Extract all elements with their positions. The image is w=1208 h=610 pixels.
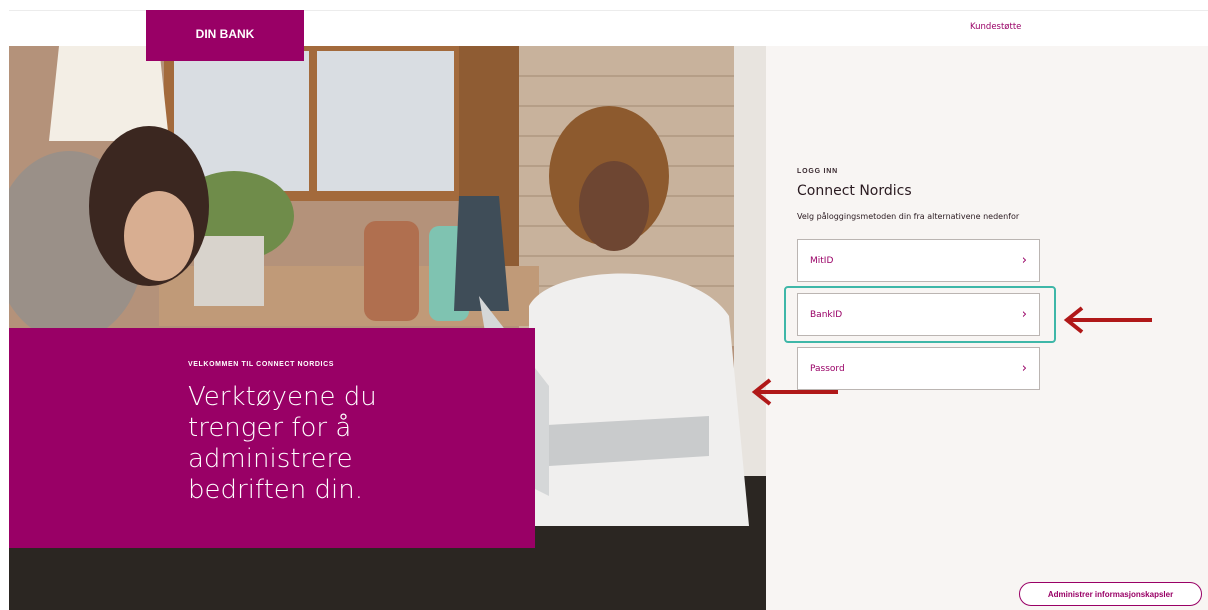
manage-cookies-button[interactable]: Administrer informasjonskapsler <box>1019 582 1202 606</box>
chevron-right-icon: › <box>1021 253 1027 268</box>
headline-line: bedriften din. <box>188 475 364 505</box>
method-label: Passord <box>810 363 845 374</box>
chevron-right-icon: › <box>1021 361 1027 376</box>
mitid-login-button[interactable]: MitID › <box>797 239 1040 282</box>
arrow-left-icon <box>1063 306 1152 334</box>
headline-line: administrere <box>188 444 353 474</box>
bank-logo[interactable]: DIN BANK <box>146 10 304 61</box>
welcome-kicker: VELKOMMEN TIL CONNECT NORDICS <box>188 361 334 368</box>
headline-line: Verktøyene du <box>188 382 377 412</box>
login-subtitle: Velg påloggingsmetoden din fra alternati… <box>797 212 1020 221</box>
login-title: Connect Nordics <box>797 183 912 199</box>
method-label: BankID <box>810 309 843 320</box>
arrow-left-icon <box>751 378 838 406</box>
welcome-headline: Verktøyene du trenger for å administrere… <box>188 382 508 506</box>
login-kicker: LOGG INN <box>797 168 839 175</box>
method-label: MitID <box>810 255 834 266</box>
headline-line: trenger for å <box>188 413 352 443</box>
chevron-right-icon: › <box>1021 307 1027 322</box>
logo-text: DIN BANK <box>195 26 255 41</box>
customer-support-link[interactable]: Kundestøtte <box>970 22 1021 32</box>
bankid-login-button[interactable]: BankID › <box>797 293 1040 336</box>
welcome-box: VELKOMMEN TIL CONNECT NORDICS Verktøyene… <box>9 328 535 548</box>
